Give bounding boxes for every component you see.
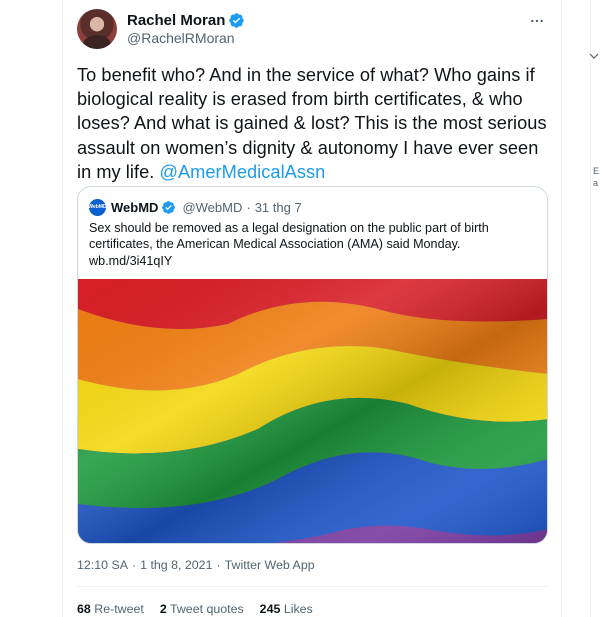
tweet-date[interactable]: 1 thg 8, 2021 bbox=[140, 558, 212, 572]
stats-divider bbox=[77, 586, 549, 587]
tweet-header: Rachel Moran @RachelRMoran bbox=[77, 9, 549, 51]
tweet-source[interactable]: Twitter Web App bbox=[225, 558, 315, 572]
tweet-stats: 68 Re-tweet 2 Tweet quotes 245 Likes bbox=[77, 602, 329, 616]
quoted-date: 31 thg 7 bbox=[254, 199, 302, 215]
quoted-verified-badge-icon bbox=[162, 200, 176, 214]
author-handle[interactable]: @RachelRMoran bbox=[127, 30, 235, 46]
author-name[interactable]: Rachel Moran bbox=[127, 12, 225, 29]
retweets-stat[interactable]: 68 Re-tweet bbox=[77, 602, 144, 616]
quoted-author-name: WebMD bbox=[111, 199, 159, 215]
quoted-author-avatar: WebMD bbox=[88, 198, 107, 216]
tweet-meta: 12:10 SA · 1 thg 8, 2021 · Twitter Web A… bbox=[77, 558, 315, 572]
quoted-body: Sex should be removed as a legal designa… bbox=[89, 221, 489, 252]
right-sidebar-edge: E a bbox=[563, 0, 600, 617]
sidebar-text-fragment: E bbox=[593, 166, 600, 176]
right-sidebar-border bbox=[590, 0, 591, 617]
quoted-dot-separator: · bbox=[246, 199, 251, 215]
quoted-link: wb.md/3i41qIY bbox=[89, 253, 173, 268]
author-name-row: Rachel Moran bbox=[127, 12, 245, 29]
quoted-author-handle: @WebMD bbox=[182, 199, 243, 215]
chevron-down-icon[interactable] bbox=[589, 53, 599, 59]
more-options-button[interactable] bbox=[525, 9, 549, 33]
quoted-tweet-text: Sex should be removed as a legal designa… bbox=[89, 220, 537, 269]
rainbow-flag-graphic bbox=[78, 279, 547, 543]
mention-link[interactable]: @AmerMedicalAssn bbox=[159, 162, 325, 182]
author-avatar[interactable] bbox=[77, 9, 117, 49]
tweet-detail-column: Rachel Moran @RachelRMoran To benefit wh… bbox=[62, 0, 562, 617]
quoted-tweet-card[interactable]: WebMD WebMD @WebMD · 31 thg 7 Sex should… bbox=[77, 186, 548, 544]
verified-badge-icon bbox=[229, 13, 245, 28]
likes-stat[interactable]: 245 Likes bbox=[260, 602, 313, 616]
sidebar-text-fragment: a bbox=[593, 178, 599, 188]
rainbow-flag-image bbox=[78, 279, 547, 543]
tweet-text: To benefit who? And in the service of wh… bbox=[77, 63, 551, 184]
quoted-tweet-header: WebMD WebMD @WebMD · 31 thg 7 bbox=[88, 198, 302, 216]
quote-tweets-stat[interactable]: 2 Tweet quotes bbox=[160, 602, 244, 616]
tweet-time[interactable]: 12:10 SA bbox=[77, 558, 128, 572]
more-dots-icon bbox=[531, 19, 543, 23]
